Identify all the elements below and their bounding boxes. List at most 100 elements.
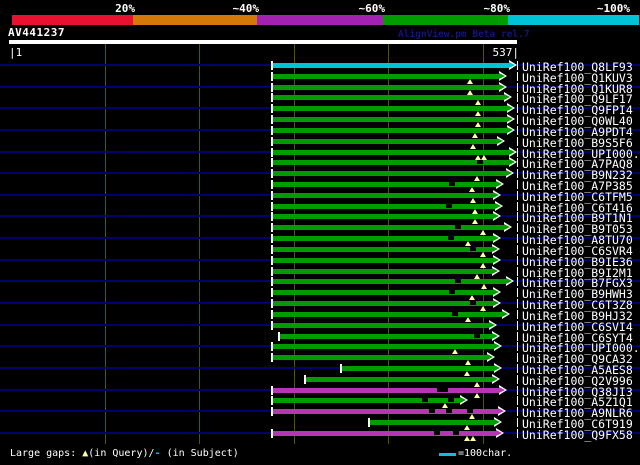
- hit-label: UniRef100_C6T919: [522, 417, 633, 428]
- bar-arrowhead: [489, 322, 495, 328]
- query-end-tick: [517, 277, 518, 286]
- identity-scale-label: ~60%: [305, 2, 385, 15]
- query-gap-marker: [470, 198, 476, 203]
- row-start-tick: [271, 212, 273, 221]
- alignment-bar: [273, 225, 504, 230]
- bar-arrowhead: [506, 170, 512, 176]
- hit-label: UniRef100_B9S5F6: [522, 136, 633, 147]
- alignment-bar: [273, 279, 506, 284]
- hit-label: UniRef100_C6T3Z8: [522, 298, 633, 309]
- query-end-tick: [517, 61, 518, 70]
- hit-label: UniRef100_C6SVI4: [522, 320, 633, 331]
- subject-gap-marker: [452, 312, 458, 316]
- bar-arrowhead: [492, 268, 498, 274]
- query-end-tick: [517, 299, 518, 308]
- row-start-tick: [271, 191, 273, 200]
- hit-label: UniRef100_A5Z1Q1: [522, 395, 633, 406]
- subject-gap-marker: [467, 409, 473, 413]
- bar-arrowhead: [507, 116, 513, 122]
- query-end-tick: [517, 212, 518, 221]
- subject-gap-marker: [477, 160, 483, 164]
- row-start-tick: [271, 396, 273, 405]
- row-start-tick: [271, 93, 273, 102]
- hit-label: UniRef100_B9T1N1: [522, 211, 633, 222]
- alignment-bar: [273, 431, 496, 436]
- row-start-tick: [271, 180, 273, 189]
- hit-label: UniRef100_Q8LF93: [522, 60, 633, 71]
- alignment-bar: [273, 355, 487, 360]
- query-end-tick: [517, 364, 518, 373]
- hit-label: UniRef100_B9IE36: [522, 255, 633, 266]
- subject-gap-marker: [449, 290, 455, 294]
- hit-label: UniRef100_C6SVR4: [522, 244, 633, 255]
- bar-arrowhead: [493, 289, 499, 295]
- alignment-bar: [273, 258, 493, 263]
- alignment-bar: [273, 150, 509, 155]
- identity-scale-label: ~40%: [179, 2, 259, 15]
- bar-arrowhead: [499, 84, 505, 90]
- bar-arrowhead: [493, 300, 499, 306]
- hit-label: UniRef100_Q9CA32: [522, 352, 633, 363]
- bar-arrowhead: [492, 246, 498, 252]
- query-gap-marker: [467, 79, 473, 84]
- alignment-bar: [273, 193, 493, 198]
- gap-legend: Large gaps: ▲(in Query)/- (in Subject): [10, 448, 239, 459]
- hit-label: UniRef100_Q9FPI4: [522, 103, 633, 114]
- subject-gap-marker: [422, 398, 428, 402]
- query-gap-marker: [469, 295, 475, 300]
- row-start-tick: [271, 245, 273, 254]
- bar-arrowhead: [509, 149, 515, 155]
- ruler-start-label: |1: [9, 46, 22, 59]
- bar-arrowhead: [496, 430, 502, 436]
- bar-arrowhead: [494, 419, 500, 425]
- row-start-tick: [271, 288, 273, 297]
- query-ruler-bar: [9, 40, 517, 44]
- row-start-tick: [271, 115, 273, 124]
- bar-arrowhead: [507, 105, 513, 111]
- bar-arrowhead: [498, 408, 504, 414]
- subject-gap-marker: [446, 409, 452, 413]
- alignment-bar: [273, 290, 493, 295]
- alignment-bar: [273, 139, 497, 144]
- query-gap-marker: [475, 100, 481, 105]
- query-end-tick: [517, 418, 518, 427]
- query-gap-marker: [472, 219, 478, 224]
- alignment-bar: [273, 301, 493, 306]
- query-end-tick: [517, 83, 518, 92]
- query-end-tick: [517, 429, 518, 438]
- row-start-tick: [368, 418, 370, 427]
- gridline: [199, 44, 200, 444]
- row-start-tick: [278, 332, 280, 341]
- subject-gap-marker: [446, 204, 452, 208]
- query-end-tick: [517, 158, 518, 167]
- query-gap-marker: [474, 176, 480, 181]
- alignment-bar: [273, 388, 499, 393]
- row-start-tick: [271, 61, 273, 70]
- bar-arrowhead: [497, 138, 503, 144]
- alignment-bar: [273, 323, 489, 328]
- query-gap-marker: [464, 425, 470, 430]
- scale-legend-line: [439, 453, 456, 456]
- subject-gap-marker: [434, 431, 440, 435]
- identity-scale-segment: [508, 15, 639, 25]
- subject-gap-marker: [429, 409, 435, 413]
- query-gap-marker: [480, 252, 486, 257]
- row-start-tick: [271, 429, 273, 438]
- subject-gap-marker: [470, 247, 476, 251]
- alignment-bar: [273, 63, 509, 68]
- subject-gap-marker: [448, 398, 454, 402]
- bar-arrowhead: [502, 311, 508, 317]
- hit-label: UniRef100_B7FGX3: [522, 276, 633, 287]
- bar-arrowhead: [495, 203, 501, 209]
- query-gap-marker: [481, 284, 487, 289]
- bar-arrowhead: [504, 224, 510, 230]
- hit-label: UniRef100_B9HJ32: [522, 309, 633, 320]
- query-gap-marker: [475, 122, 481, 127]
- row-start-tick: [271, 267, 273, 276]
- scale-legend-label: =100char.: [458, 448, 512, 459]
- query-end-tick: [517, 137, 518, 146]
- identity-scale-segment: [133, 15, 257, 25]
- query-gap-marker: [474, 393, 480, 398]
- query-gap-marker: [474, 382, 480, 387]
- query-end-tick: [517, 288, 518, 297]
